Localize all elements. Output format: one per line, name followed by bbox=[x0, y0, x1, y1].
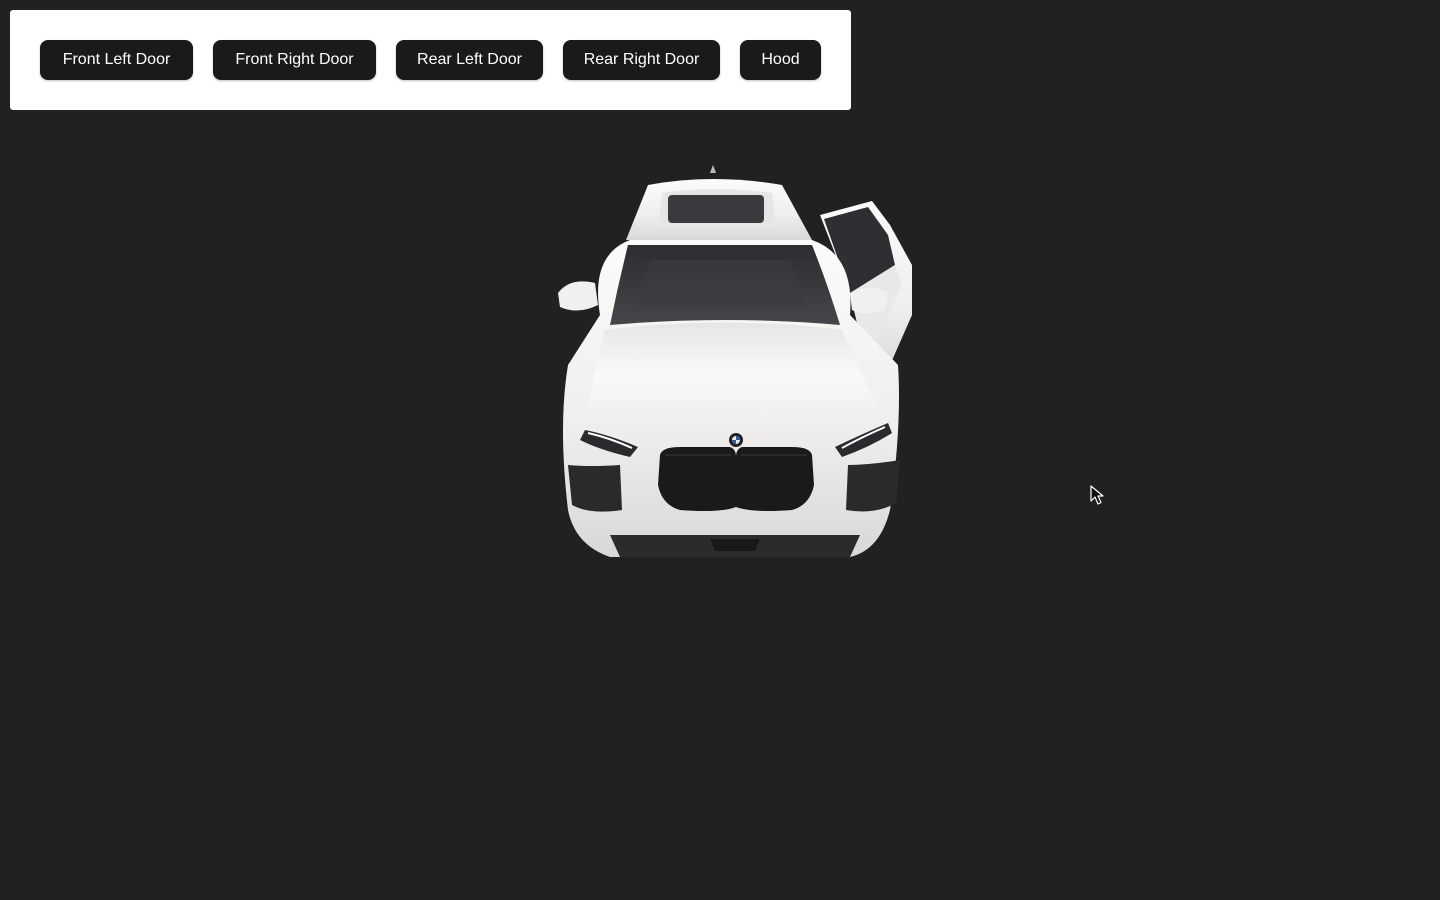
bmw-roundel-icon bbox=[729, 433, 743, 447]
door-control-panel: Front Left Door Front Right Door Rear Le… bbox=[10, 10, 851, 110]
left-mirror bbox=[558, 281, 598, 311]
3d-scene[interactable] bbox=[0, 110, 1440, 900]
front-left-door-button[interactable]: Front Left Door bbox=[40, 40, 193, 80]
viewer-canvas[interactable]: Front Left Door Front Right Door Rear Le… bbox=[0, 0, 1440, 900]
left-air-intake bbox=[568, 465, 622, 512]
right-mirror bbox=[850, 288, 888, 314]
hood bbox=[585, 322, 880, 428]
car-model[interactable] bbox=[550, 165, 925, 565]
arrow-pointer-icon bbox=[1090, 485, 1104, 505]
hood-button[interactable]: Hood bbox=[740, 40, 821, 80]
right-air-intake bbox=[846, 460, 900, 512]
rear-right-door-button[interactable]: Rear Right Door bbox=[563, 40, 720, 80]
roof bbox=[626, 165, 812, 240]
rear-left-door-button[interactable]: Rear Left Door bbox=[396, 40, 543, 80]
front-right-door-button[interactable]: Front Right Door bbox=[213, 40, 376, 80]
